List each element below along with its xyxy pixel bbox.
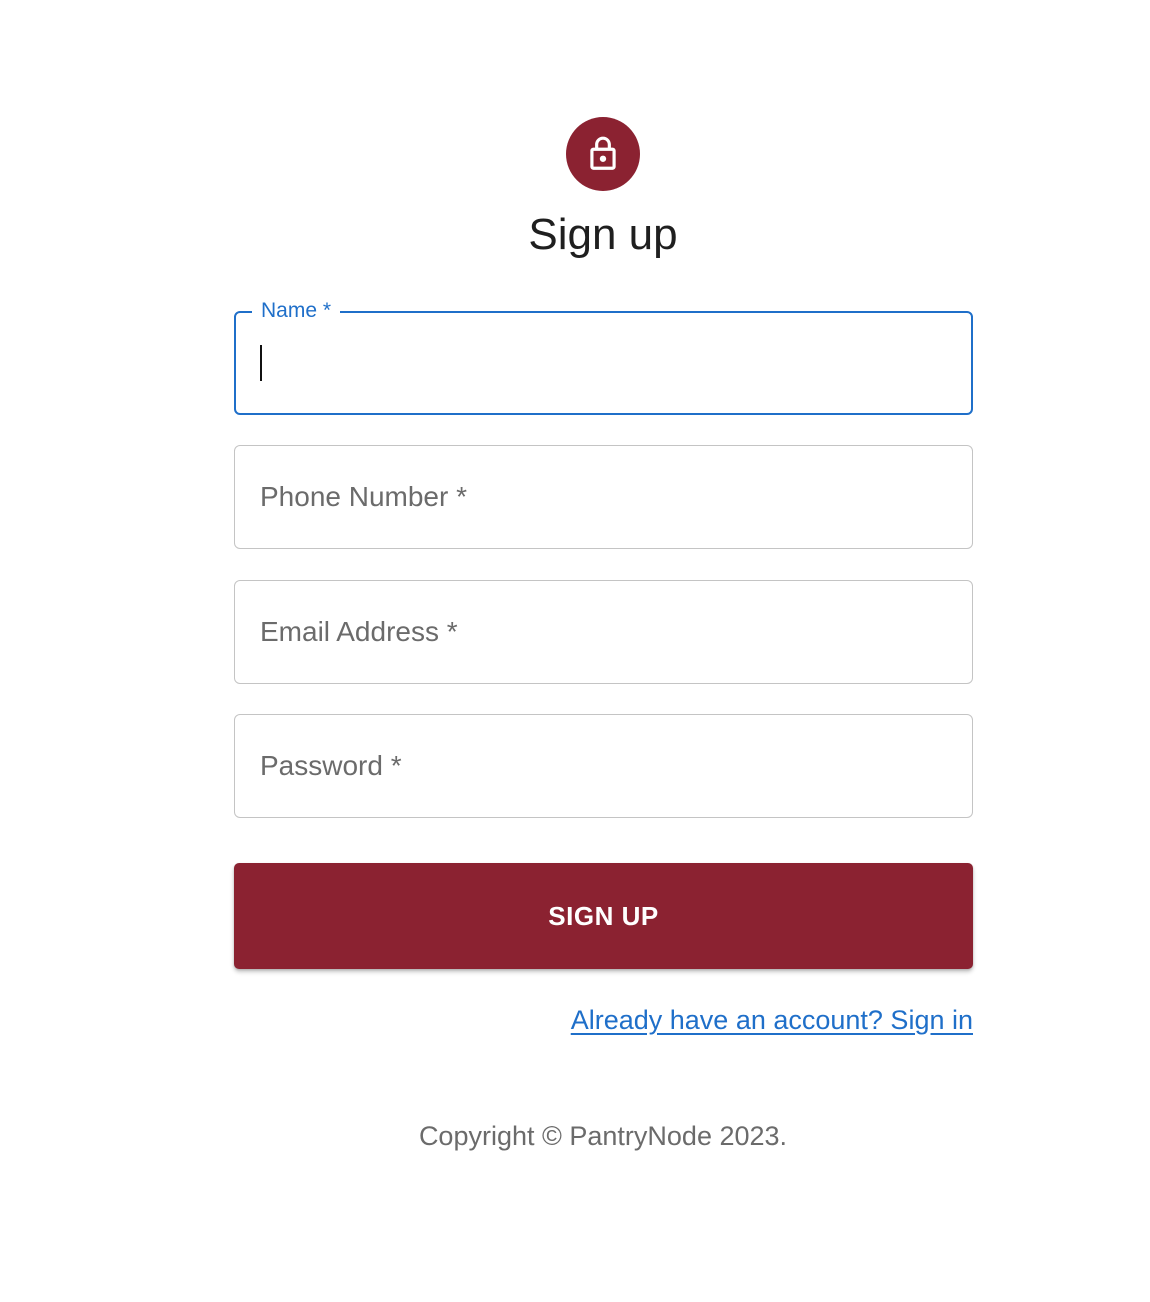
phone-number-input[interactable]	[235, 446, 972, 548]
password-input[interactable]	[235, 715, 972, 817]
email-address-field[interactable]: Email Address *	[234, 580, 973, 684]
name-field[interactable]: Name *	[234, 298, 973, 415]
copyright-text: Copyright © PantryNode 2023.	[418, 1121, 788, 1151]
sign-up-button[interactable]: SIGN UP	[234, 863, 973, 969]
page-title: Sign up	[528, 210, 678, 259]
sign-in-link[interactable]: Already have an account? Sign in	[571, 1005, 973, 1036]
phone-number-field[interactable]: Phone Number *	[234, 445, 973, 549]
text-caret	[260, 345, 262, 381]
lock-icon	[590, 136, 616, 170]
avatar	[566, 117, 640, 191]
name-input[interactable]	[236, 313, 971, 413]
email-address-input[interactable]	[235, 581, 972, 683]
password-field[interactable]: Password *	[234, 714, 973, 818]
signup-page: Sign up Name * Phone Number * Email Addr…	[0, 0, 1150, 1302]
